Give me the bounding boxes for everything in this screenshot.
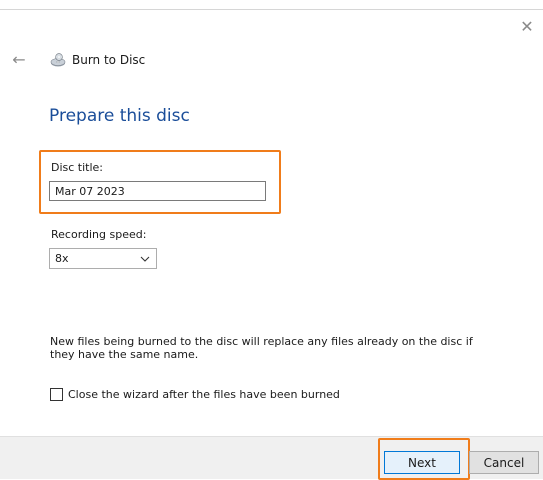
close-icon: ✕ (520, 17, 534, 36)
close-wizard-option[interactable]: Close the wizard after the files have be… (50, 388, 340, 401)
window-title-row: Burn to Disc (50, 50, 145, 70)
replace-files-info: New files being burned to the disc will … (50, 335, 473, 361)
top-border (0, 9, 543, 10)
disc-title-label: Disc title: (51, 161, 104, 174)
recording-speed-label: Recording speed: (51, 228, 147, 241)
back-arrow-icon: ← (12, 50, 26, 69)
window-title: Burn to Disc (72, 53, 146, 67)
next-button[interactable]: Next (384, 451, 460, 474)
cancel-button[interactable]: Cancel (469, 451, 539, 474)
close-wizard-label: Close the wizard after the files have be… (68, 388, 340, 401)
back-button[interactable]: ← (8, 50, 30, 70)
disc-burn-icon (50, 53, 66, 67)
recording-speed-select[interactable]: 8x (49, 248, 157, 269)
page-title: Prepare this disc (49, 106, 190, 126)
close-wizard-checkbox[interactable] (50, 388, 63, 401)
chevron-down-icon (140, 256, 150, 262)
recording-speed-value: 8x (55, 252, 69, 265)
close-button[interactable]: ✕ (517, 17, 537, 37)
disc-title-input[interactable] (49, 181, 266, 201)
